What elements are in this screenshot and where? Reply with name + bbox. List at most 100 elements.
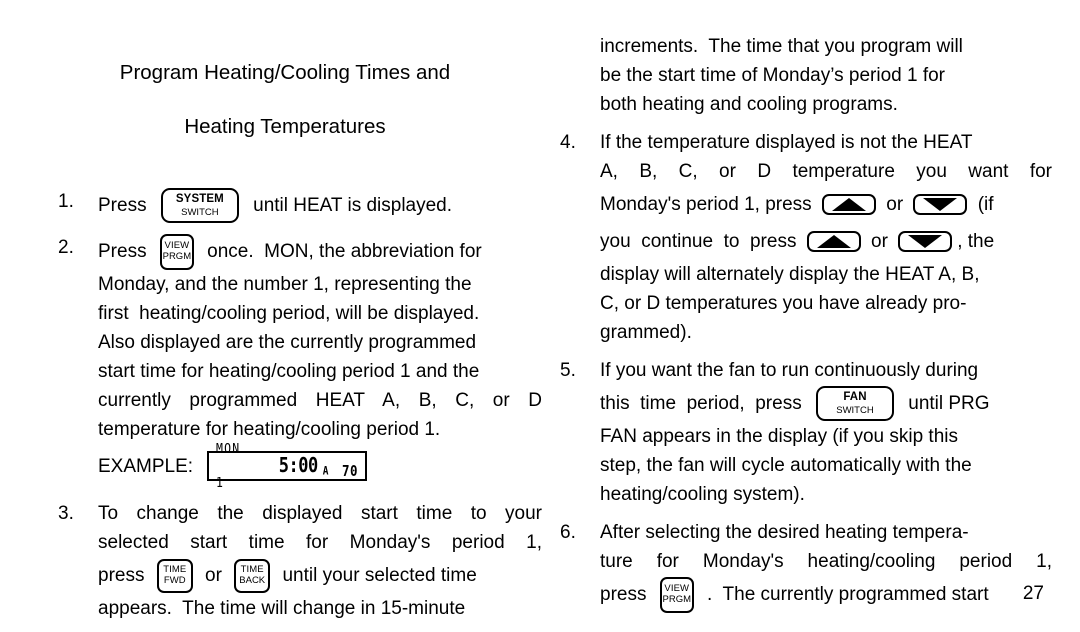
time-back-button-line1: TIME [240,564,264,576]
text-line: step, the fan will cycle automatically w… [600,455,972,476]
text-line-with-button: press VIEW PRGM . The currently programme… [600,576,1052,613]
text-line: If the temperature displayed is not the … [600,132,973,153]
text-fragment: . The currently programmed start [701,584,989,605]
time-fwd-button[interactable]: TIME FWD [156,558,193,593]
text-line: appears. The time will change in 15-minu… [98,598,466,619]
step-number: 2. [58,237,74,258]
text-fragment: (if [972,194,994,215]
text-fragment: press [600,584,652,605]
fan-switch-button-line2: SWITCH [836,404,874,416]
step-body: To change the displayed start time to yo… [98,499,542,623]
time-fwd-button-line2: FWD [163,575,186,587]
temperature-up-button[interactable] [821,194,876,215]
text-line: heating/cooling system). [600,484,805,505]
step-item: 6. After selecting the desired heating te… [560,518,1052,613]
text-line-with-button: press TIME FWD or TIME BACK until your sel… [98,557,542,594]
text-fragment: Monday's period 1, press [600,194,817,215]
text-line: After selecting the desired heating temp… [600,522,969,543]
system-switch-button-line1: SYSTEM [175,193,224,205]
step-body: increments. The time that you program wi… [600,32,1052,119]
text-fragment: Press [98,241,152,262]
text-line: A, B, C, or D temperature you want for [600,161,1052,182]
down-arrow-icon [923,198,958,211]
lcd-time: 5:00 [278,453,318,478]
two-column-layout: Program Heating/Cooling Times and Heatin… [0,32,1080,632]
step-body: If the temperature displayed is not the … [600,128,1052,347]
fan-switch-button-line1: FAN [843,391,867,403]
step-number: 5. [560,360,576,381]
step-item: 2. Press VIEW PRGM once. MON, the abbrevia… [58,233,542,491]
lcd-temperature: 70 [341,461,359,480]
text-line: start time for heating/cooling period 1 … [98,361,480,382]
view-prgm-button-line1: VIEW [164,240,190,252]
step-item: increments. The time that you program wi… [560,32,1052,119]
page-number: 27 [1022,583,1044,604]
text-line: Monday, and the number 1, representing t… [98,274,472,295]
step-body: Press SYSTEM SWITCH until HEAT is display… [98,187,542,224]
temperature-up-button[interactable] [806,231,861,252]
temperature-down-button[interactable] [913,194,968,215]
text-fragment: Press [98,195,152,216]
text-line: be the start time of Monday’s period 1 f… [600,65,945,86]
example-row: EXAMPLE: MON 1 5:00 A 70 [98,440,542,491]
text-fragment: press [98,565,150,586]
text-line: display will alternately display the HEA… [600,264,980,285]
system-switch-button-line2: SWITCH [181,206,219,218]
view-prgm-button-line2: PRGM [162,251,192,263]
text-line: grammed). [600,322,692,343]
text-line: first heating/cooling period, will be di… [98,303,480,324]
text-line: Also displayed are the currently program… [98,332,477,353]
text-line: ture for Monday's heating/cooling period… [600,551,1052,572]
text-line-with-button: this time period, press FAN SWITCH until … [600,385,1052,422]
text-fragment: you continue to press [600,231,802,252]
time-back-button[interactable]: TIME BACK [234,558,271,593]
step-body: Press VIEW PRGM once. MON, the abbreviati… [98,233,542,491]
step-number: 1. [58,191,74,212]
fan-switch-button[interactable]: FAN SWITCH [815,386,894,421]
view-prgm-button[interactable]: VIEW PRGM [159,233,194,270]
text-line-with-button: Monday's period 1, press or (if [600,186,1052,223]
view-prgm-button[interactable]: VIEW PRGM [659,576,694,613]
text-fragment: until PRG [902,393,990,414]
step-number: 3. [58,503,74,524]
text-line: currently programmed HEAT A, B, C, or D [98,390,542,411]
lcd-day-period: MON 1 [216,440,241,491]
page-title-line2: Heating Temperatures [184,115,386,138]
text-line: selected start time for Monday's period … [98,532,542,553]
text-line: If you want the fan to run continuously … [600,360,979,381]
down-arrow-icon [908,235,943,248]
example-label: EXAMPLE: [98,455,194,477]
text-fragment: or [880,194,909,215]
text-line: FAN appears in the display (if you skip … [600,426,959,447]
text-line: increments. The time that you program wi… [600,36,963,57]
up-arrow-icon [816,235,851,248]
page-title-line1: Program Heating/Cooling Times and [119,61,451,84]
step-item: 4. If the temperature displayed is not th… [560,128,1052,347]
view-prgm-button-line1: VIEW [664,583,690,595]
right-step-list: increments. The time that you program wi… [560,32,1052,613]
text-fragment: , the [957,231,995,252]
left-step-list: 1. Press SYSTEM SWITCH until HEAT is displ… [58,187,542,623]
lcd-period-letter: A [322,465,329,478]
temperature-down-button[interactable] [898,231,953,252]
text-fragment: until your selected time [277,565,477,586]
text-line: temperature for heating/cooling period 1… [98,419,441,440]
step-body: If you want the fan to run continuously … [600,356,1052,509]
text-line: C, or D temperatures you have already pr… [600,293,967,314]
left-column: Program Heating/Cooling Times and Heatin… [0,32,560,632]
system-switch-button[interactable]: SYSTEM SWITCH [160,188,239,223]
time-fwd-button-line1: TIME [163,564,187,576]
text-line: To change the displayed start time to yo… [98,503,542,524]
step-item: 5. If you want the fan to run continuousl… [560,356,1052,509]
text-fragment: or [199,565,228,586]
up-arrow-icon [831,198,866,211]
text-line-with-button: Press SYSTEM SWITCH until HEAT is display… [98,187,542,224]
time-back-button-line2: BACK [239,575,266,587]
view-prgm-button-line2: PRGM [662,594,692,606]
step-item: 3. To change the displayed start time to … [58,499,542,623]
step-item: 1. Press SYSTEM SWITCH until HEAT is displ… [58,187,542,224]
text-fragment: or [865,231,894,252]
page-title: Program Heating/Cooling Times and Heatin… [58,32,542,167]
text-line-with-button: you continue to press or , the [600,223,1052,260]
right-column: increments. The time that you program wi… [560,32,1080,632]
